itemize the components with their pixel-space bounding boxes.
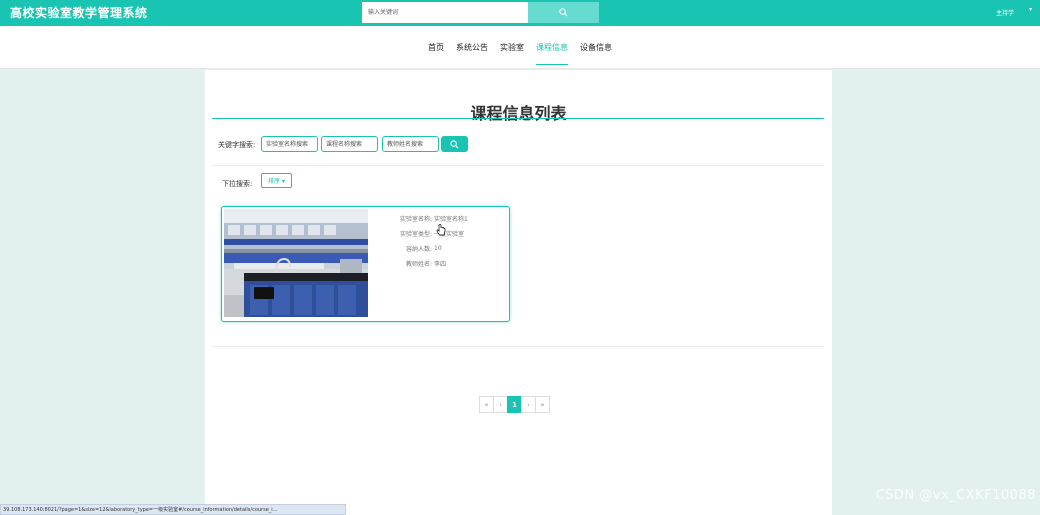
main-nav: 首页 系统公告 实验室 课程信息 设备信息 bbox=[0, 26, 1040, 69]
teacher-name-search-input[interactable] bbox=[382, 136, 439, 152]
nav-list: 首页 系统公告 实验室 课程信息 设备信息 bbox=[428, 26, 612, 69]
keyword-search-label: 关键字搜索: bbox=[218, 141, 256, 149]
divider bbox=[212, 346, 824, 347]
page-title: 课程信息列表 bbox=[470, 104, 567, 123]
pagination: « ‹ 1 › » bbox=[479, 396, 550, 413]
chevron-down-icon[interactable]: ▾ bbox=[1029, 6, 1032, 13]
nav-item-course-info[interactable]: 课程信息 bbox=[536, 26, 568, 69]
teacher-name-key: 教师姓名: bbox=[405, 261, 432, 268]
current-page-button[interactable]: 1 bbox=[507, 396, 522, 413]
prev-page-button[interactable]: ‹ bbox=[493, 396, 508, 413]
user-name[interactable]: 主持学 bbox=[996, 8, 1014, 17]
nav-item-equipment-info[interactable]: 设备信息 bbox=[580, 26, 612, 69]
course-name-search-input[interactable] bbox=[321, 136, 378, 152]
search-icon bbox=[559, 8, 568, 17]
course-card[interactable]: 实验室名称: 实验室名称1 实验室类型: 一级实验室 容纳人数: 10 教师姓名… bbox=[221, 206, 510, 322]
content-panel: 课程信息列表 关键字搜索: 下拉搜索: 排序 ▾ bbox=[205, 70, 832, 515]
lab-name-key: 实验室名称: bbox=[399, 216, 432, 223]
watermark: CSDN @vx_CXKF10088 bbox=[875, 488, 1036, 503]
nav-item-announcements[interactable]: 系统公告 bbox=[456, 26, 488, 69]
keyword-search-button[interactable] bbox=[441, 136, 468, 152]
capacity-value: 10 bbox=[434, 245, 442, 252]
site-title: 高校实验室教学管理系统 bbox=[10, 6, 148, 20]
lab-photo[interactable] bbox=[224, 209, 368, 317]
card-details: 实验室名称: 实验室名称1 实验室类型: 一级实验室 容纳人数: 10 教师姓名… bbox=[372, 211, 507, 271]
nav-item-laboratory[interactable]: 实验室 bbox=[500, 26, 524, 69]
search-input[interactable] bbox=[362, 2, 528, 23]
lab-type-key: 实验室类型: bbox=[399, 231, 432, 238]
divider bbox=[212, 165, 824, 166]
sort-dropdown-button[interactable]: 排序 ▾ bbox=[261, 173, 292, 188]
search-icon bbox=[450, 139, 459, 148]
hand-cursor-icon bbox=[436, 224, 446, 236]
info-row: 教师姓名: 李四 bbox=[372, 256, 507, 271]
search-button[interactable] bbox=[528, 2, 599, 23]
lab-name-search-input[interactable] bbox=[261, 136, 318, 152]
lab-name-value: 实验室名称1 bbox=[434, 216, 468, 223]
last-page-button[interactable]: » bbox=[535, 396, 550, 413]
dropdown-search-label: 下拉搜索: bbox=[222, 180, 253, 188]
first-page-button[interactable]: « bbox=[479, 396, 494, 413]
teacher-name-value: 李四 bbox=[434, 261, 447, 268]
title-divider bbox=[212, 118, 824, 119]
status-bar-url: 39.108.173.140:8021/?page=1&size=12&labo… bbox=[0, 504, 346, 515]
next-page-button[interactable]: › bbox=[521, 396, 536, 413]
info-row: 容纳人数: 10 bbox=[372, 241, 507, 256]
nav-item-home[interactable]: 首页 bbox=[428, 26, 444, 69]
capacity-key: 容纳人数: bbox=[405, 246, 432, 253]
top-bar: 高校实验室教学管理系统 主持学 ▾ bbox=[0, 0, 1040, 26]
